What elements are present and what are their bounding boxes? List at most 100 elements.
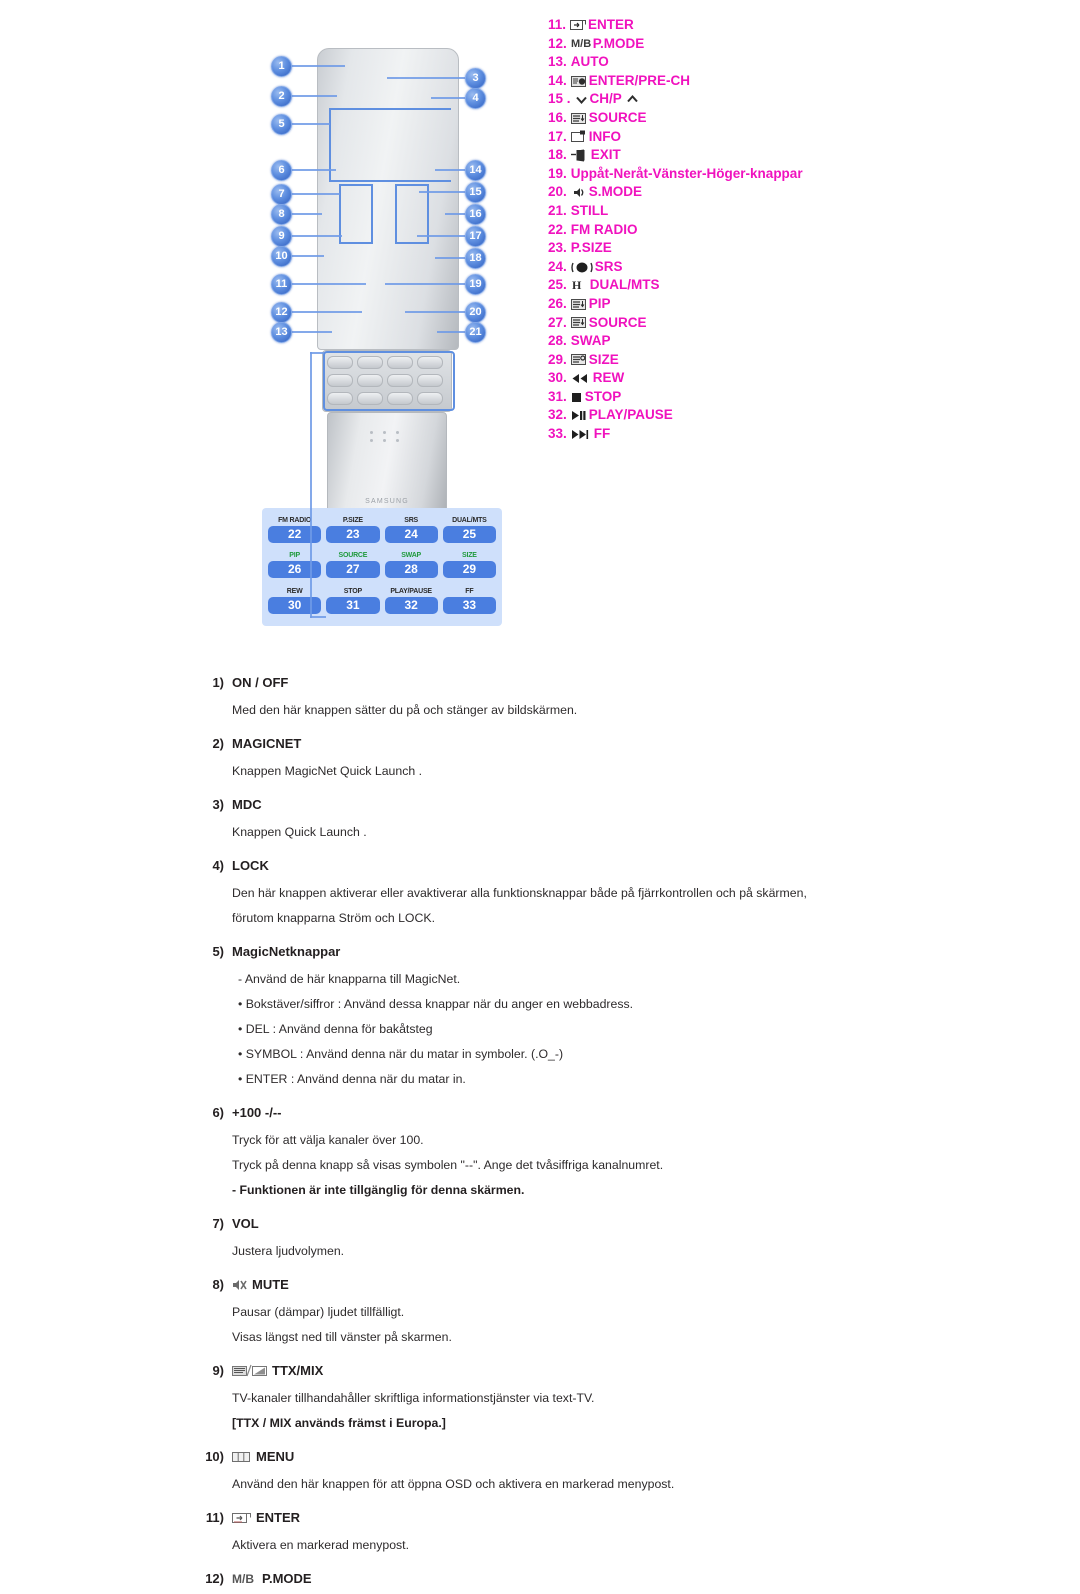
legend-number: 12.: [548, 35, 567, 51]
callout-line-7: [290, 193, 340, 195]
item-title: VOL: [232, 1216, 259, 1231]
keypad-key: 22: [268, 526, 322, 543]
callout-line-11: [290, 283, 366, 285]
legend-item-23: 23. P.SIZE: [548, 239, 948, 258]
legend-number: 27.: [548, 314, 567, 330]
enter-prech-icon: [570, 75, 587, 88]
description-item-8: 8) MUTE Pausar (dämpar) ljudet tillfälli…: [0, 1270, 1080, 1356]
mute-icon: [232, 1278, 248, 1292]
item-number: 1): [212, 675, 224, 690]
srs-icon: [571, 261, 593, 274]
info-icon: [570, 130, 587, 143]
legend-number: 29.: [548, 351, 567, 367]
body-line: Den här knappen aktiverar eller avaktive…: [232, 886, 807, 900]
item-number: 9): [212, 1363, 224, 1378]
legend-item-14: 14. ENTER/PRE-CH: [548, 72, 948, 91]
legend-label: SWAP: [570, 333, 611, 349]
legend-number: 16.: [548, 109, 567, 125]
item-heading: 11) ENTER: [206, 1503, 1080, 1533]
legend-number: 25.: [548, 277, 567, 293]
legend-number: 11.: [548, 17, 567, 32]
legend-number: 24.: [548, 258, 567, 274]
description-item-3: 3) MDC Knappen Quick Launch .: [0, 790, 1080, 851]
item-title: TTX/MIX: [272, 1363, 324, 1378]
enter-icon: [570, 19, 587, 32]
item-title: MDC: [232, 797, 262, 812]
keypad-key: 31: [326, 596, 380, 614]
item-body: Justera ljudvolymen.: [232, 1239, 1080, 1270]
item-title: MAGICNET: [232, 736, 302, 751]
keypad-bracket: [329, 108, 451, 182]
svg-text:H: H: [572, 279, 582, 292]
chevron-down-icon: [575, 93, 588, 106]
keypad-key: 26: [268, 561, 322, 579]
item-title: ENTER: [256, 1510, 301, 1525]
callout-line-12: [290, 311, 362, 313]
vol-bracket: [339, 184, 373, 244]
keypad-label: REW: [286, 587, 303, 595]
body-line: • ENTER : Använd denna när du matar in.: [238, 1072, 466, 1086]
keypad-label: PLAY/PAUSE: [390, 587, 432, 595]
keypad-label: STOP: [343, 587, 362, 595]
legend-label: STILL: [570, 202, 609, 218]
legend-number: 22.: [548, 221, 567, 237]
body-line: förutom knapparna Ström och LOCK.: [232, 911, 435, 925]
legend-number: 33.: [548, 426, 567, 442]
body-line: • SYMBOL : Använd denna när du matar in …: [238, 1047, 564, 1061]
body-line: Tryck på denna knapp så visas symbolen "…: [232, 1158, 664, 1172]
callout-line-15: [419, 191, 465, 193]
keypad-cell: STOP 31: [326, 587, 380, 618]
mb-icon: M/B: [232, 1572, 258, 1586]
item-title: +100 -/--: [232, 1105, 282, 1120]
legend-label: FF: [593, 426, 611, 442]
keypad-cell: PIP 26: [268, 551, 322, 582]
callout-10: 10: [271, 246, 292, 267]
keypad-cell: REW 30: [268, 587, 322, 618]
item-body: Använd den här knappen för att öppna OSD…: [232, 1472, 1080, 1503]
keypad-key: 29: [442, 561, 496, 579]
callout-line-16: [445, 213, 465, 215]
legend-label: EXIT: [590, 147, 621, 163]
legend-item-27: 27. SOURCE: [548, 314, 948, 333]
callout-19: 19: [465, 274, 486, 295]
legend-number: 23.: [548, 240, 567, 256]
item-heading: 9) TTX/MIX: [212, 1356, 1080, 1386]
keypad-cell: SOURCE 27: [326, 551, 380, 582]
legend-label: P.SIZE: [570, 240, 612, 256]
callout-8: 8: [271, 204, 292, 225]
item-title: P.MODE: [262, 1571, 312, 1586]
keypad-key: 23: [326, 526, 380, 543]
legend-label: SOURCE: [588, 314, 647, 330]
legend-item-21: 21. STILL: [548, 202, 948, 221]
item-number: 11): [205, 1510, 224, 1525]
keypad-cell: PLAY/PAUSE 32: [384, 587, 438, 618]
callout-16: 16: [465, 204, 486, 225]
legend-item-32: 32. PLAY/PAUSE: [548, 406, 948, 425]
callout-line-3: [387, 77, 465, 79]
ttxmix-icon: [232, 1364, 268, 1378]
callout-1: 1: [271, 56, 292, 77]
source-icon: [570, 316, 587, 329]
keypad-key: 30: [268, 596, 322, 614]
remote-lower-body: SAMSUNG: [327, 412, 447, 522]
mb-icon: M/B: [571, 37, 591, 50]
callout-13: 13: [271, 322, 292, 343]
body-line: Med den här knappen sätter du på och stä…: [232, 703, 578, 717]
description-item-12: 12) M/B P.MODE: [0, 1564, 1080, 1594]
keypad-label: SRS: [404, 517, 419, 524]
item-body: Knappen MagicNet Quick Launch .: [232, 759, 1080, 790]
callout-2: 2: [271, 86, 292, 107]
callout-7: 7: [271, 184, 292, 205]
callout-line-20: [405, 311, 465, 313]
item-title: ON / OFF: [232, 675, 289, 690]
legend-item-19: 19. Uppåt-Neråt-Vänster-Höger-knappar: [548, 165, 948, 184]
legend-label: PIP: [588, 295, 611, 311]
button-legend-list: 11. ENTER 12. M/B P.MODE 13. AUTO 14. EN…: [548, 16, 948, 444]
legend-label: SIZE: [588, 351, 619, 367]
legend-label: AUTO: [570, 54, 609, 70]
callout-4: 4: [465, 88, 486, 109]
callout-6: 6: [271, 160, 292, 181]
smode-icon: [571, 186, 587, 199]
item-title: MagicNetknappar: [232, 944, 341, 959]
callout-12: 12: [271, 302, 292, 323]
